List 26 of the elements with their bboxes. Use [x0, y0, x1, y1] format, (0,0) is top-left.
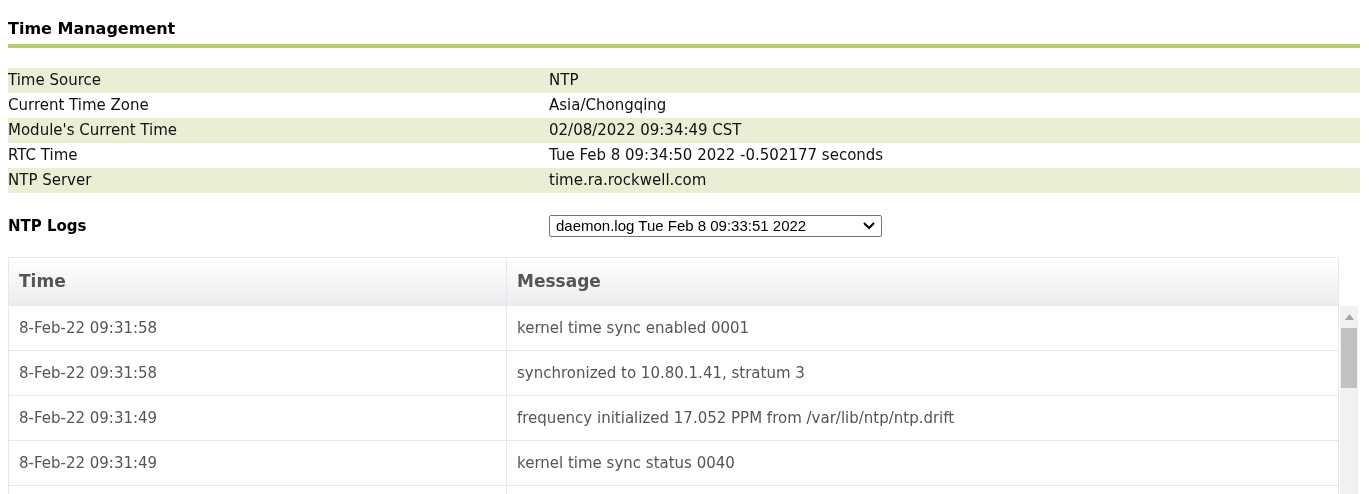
table-cell-text: synchronized to 10.80.1.41, stratum 3: [516, 362, 806, 384]
field-label: Current Time Zone: [8, 95, 150, 117]
table-cell-text: kernel time sync enabled 0001: [516, 317, 751, 339]
scroll-up-icon: [1344, 314, 1354, 320]
chevron-down-icon: [863, 222, 875, 230]
table-cell: 8-Feb-22 09:31:58: [9, 306, 507, 350]
field-value: 02/08/2022 09:34:49 CST: [549, 120, 742, 142]
table-cell: 8-Feb-22 09:31:49: [9, 396, 507, 440]
field-label: NTP Server: [8, 170, 93, 192]
column-header[interactable]: Time: [9, 258, 507, 305]
field-value: NTP: [549, 70, 579, 92]
column-header[interactable]: Message: [507, 258, 1338, 305]
table-cell-text: kernel time sync status 0040: [516, 452, 736, 474]
log-file-dropdown[interactable]: daemon.log Tue Feb 8 09:33:51 2022: [549, 215, 882, 237]
table-cell: 8-Feb-22 09:31:49: [9, 441, 507, 485]
scrollbar-thumb[interactable]: [1341, 328, 1357, 388]
field-label: RTC Time: [8, 145, 79, 167]
table-cell-text: frequency initialized 17.052 PPM from /var/lib/ntp/ntp.drift: [516, 407, 956, 429]
field-value: time.ra.rockwell.com: [549, 170, 707, 192]
field-label: Time Source: [8, 70, 102, 92]
table-cell: 8-Feb-22 09:31:58: [9, 351, 507, 395]
field-value: Tue Feb 8 09:34:50 2022 -0.502177 seconds: [549, 145, 884, 167]
page-title: Time Management: [8, 18, 177, 40]
section-label: NTP Logs: [8, 215, 88, 237]
field-label: Module's Current Time: [8, 120, 179, 142]
field-value: Asia/Chongqing: [549, 95, 667, 117]
